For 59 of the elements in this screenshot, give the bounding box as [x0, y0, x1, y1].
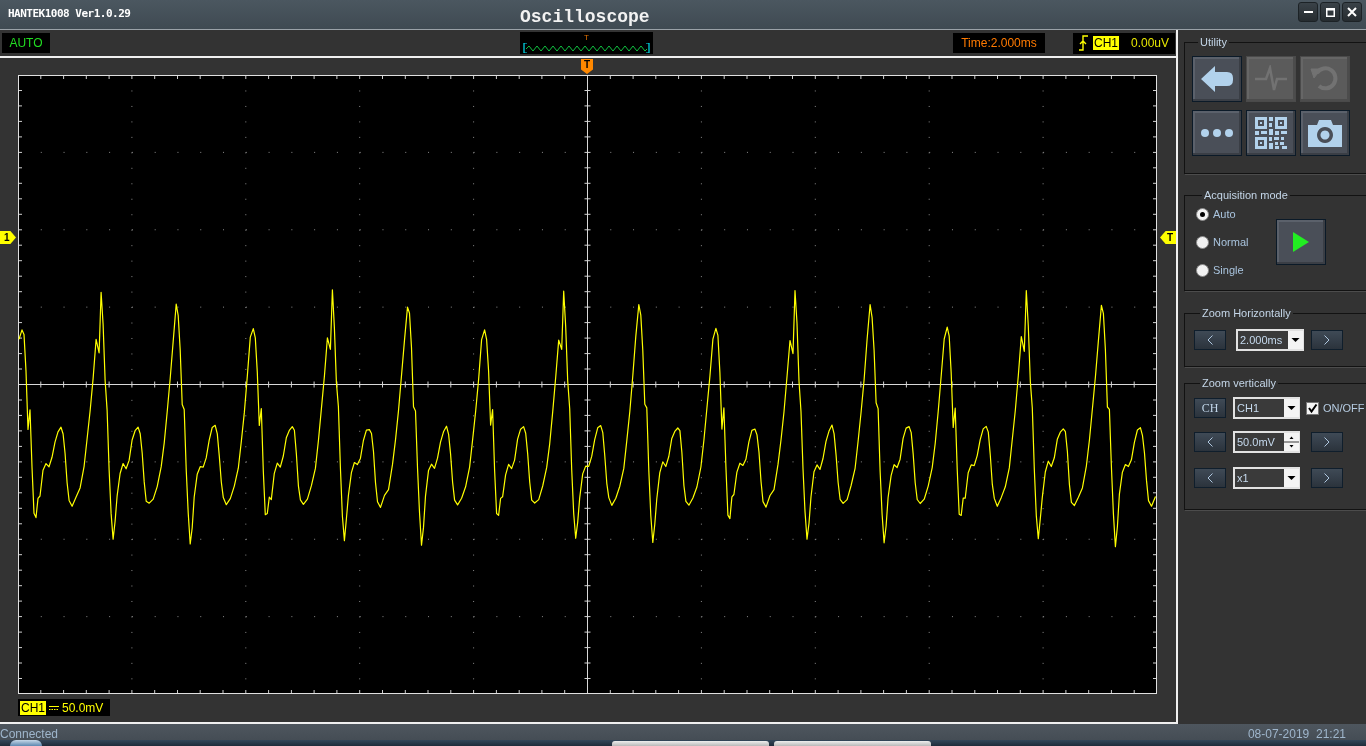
radio-button[interactable] — [1196, 207, 1209, 221]
scale-text: 50.0mV — [62, 700, 104, 715]
chevron-right-icon — [1324, 335, 1330, 345]
chevron-left-icon — [1207, 335, 1213, 345]
position-mark: T — [584, 34, 589, 42]
qr-code-button[interactable] — [1246, 110, 1296, 156]
timebase-dropdown[interactable]: 2.000ms — [1236, 329, 1304, 351]
more-button[interactable] — [1192, 110, 1242, 156]
radio-label[interactable]: Normal — [1213, 236, 1249, 248]
scale-spinner[interactable]: 50.0mV — [1233, 431, 1300, 453]
channel-button[interactable]: CH — [1194, 398, 1226, 418]
mode-indicator: AUTO — [2, 33, 50, 53]
group-title: Zoom vertically — [1201, 377, 1277, 389]
window-heading: Oscilloscope — [520, 7, 650, 27]
zigzag-wave-icon — [523, 43, 650, 53]
camera-icon — [1308, 119, 1342, 147]
start-orb-icon[interactable] — [10, 740, 42, 746]
probe-dropdown[interactable]: x1 — [1233, 467, 1300, 489]
close-button[interactable] — [1342, 2, 1362, 22]
trigger-level-text: 0.00uV — [1131, 36, 1170, 50]
chevron-left-icon — [1207, 437, 1213, 447]
chevron-right-icon — [1324, 437, 1330, 447]
screenshot-button[interactable] — [1300, 110, 1350, 156]
maximize-button[interactable] — [1320, 2, 1340, 22]
app-title: HANTEK1008 Ver1.0.29 — [8, 7, 131, 20]
more-dots-icon — [1201, 129, 1233, 137]
checkbox[interactable] — [1306, 401, 1319, 415]
rising-edge-icon — [1079, 35, 1088, 51]
dc-coupling-icon — [49, 704, 59, 711]
play-icon — [1293, 232, 1309, 252]
pulse-icon — [1254, 65, 1288, 93]
channel-badge: CH1 — [20, 700, 46, 715]
time-readout: Time:2.000ms — [953, 33, 1045, 53]
back-arrow-icon — [1200, 65, 1234, 93]
radio-button[interactable] — [1196, 263, 1209, 277]
minimize-button[interactable] — [1298, 2, 1318, 22]
spinner-arrows-icon — [1284, 433, 1299, 451]
qr-code-icon — [1255, 117, 1287, 149]
date-time: 08-07-2019 21:21 — [1247, 726, 1346, 741]
channel-marker[interactable]: 1 — [0, 231, 16, 244]
channel-dropdown[interactable]: CH1 — [1233, 397, 1300, 419]
chevron-right-icon — [1324, 473, 1330, 483]
group-title: Acquisition mode — [1203, 189, 1289, 201]
maximize-icon — [1325, 7, 1335, 17]
radio-label[interactable]: Single — [1213, 264, 1244, 276]
minimize-icon — [1303, 11, 1313, 13]
radio-label[interactable]: Auto — [1213, 208, 1236, 220]
trigger-position-marker[interactable]: T — [581, 59, 593, 74]
run-button[interactable] — [1276, 219, 1326, 265]
close-icon — [1347, 7, 1357, 17]
trigger-level-marker[interactable]: T — [1160, 231, 1176, 244]
chevron-left-icon — [1207, 473, 1213, 483]
checkbox-label[interactable]: ON/OFF — [1323, 402, 1366, 414]
radio-button[interactable] — [1196, 235, 1209, 249]
group-title: Utility — [1199, 36, 1228, 48]
channel-badge: CH1 — [1093, 36, 1119, 50]
back-button[interactable] — [1192, 56, 1242, 102]
connection-status: Connected — [0, 726, 59, 741]
group-title: Zoom Horizontally — [1201, 307, 1292, 319]
